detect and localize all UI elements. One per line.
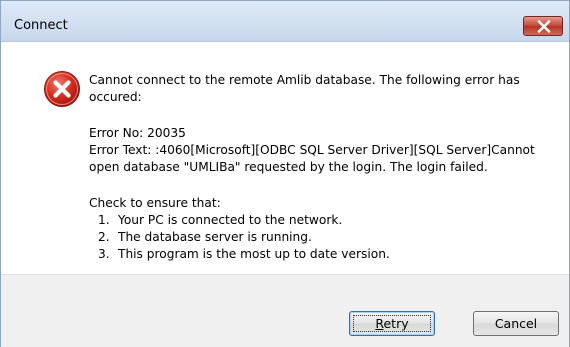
close-button[interactable] [523, 16, 563, 36]
check-item: 1. Your PC is connected to the network. [98, 212, 342, 229]
message-area: Cannot connect to the remote Amlib datab… [1, 42, 569, 274]
check-item-number: 2. [98, 230, 110, 244]
error-icon [44, 71, 80, 107]
title-bar[interactable]: Connect [1, 1, 569, 42]
button-bar: Retry Cancel [1, 274, 569, 347]
check-item-text: This program is the most up to date vers… [118, 247, 390, 261]
error-message: Cannot connect to the remote Amlib datab… [89, 72, 520, 106]
error-message-line1: Cannot connect to the remote Amlib datab… [89, 73, 520, 87]
retry-button[interactable]: Retry [349, 311, 435, 336]
error-text-line2: open database "UMLIBa" requested by the … [89, 160, 488, 174]
cancel-button[interactable]: Cancel [473, 311, 559, 336]
error-number: Error No: 20035 [89, 126, 186, 140]
check-item-number: 1. [98, 213, 110, 227]
check-item: 2. The database server is running. [98, 229, 312, 246]
check-item-text: Your PC is connected to the network. [118, 213, 343, 227]
focus-ring [353, 315, 431, 332]
check-item: 3. This program is the most up to date ve… [98, 246, 390, 263]
check-item-text: The database server is running. [118, 230, 312, 244]
close-icon [537, 20, 551, 33]
window-title: Connect [14, 18, 68, 33]
check-item-number: 3. [98, 247, 110, 261]
error-message-line2: occured: [89, 90, 142, 104]
check-heading: Check to ensure that: [89, 196, 221, 210]
dialog-window: Connect Cannot connect to the remote Aml… [0, 0, 570, 347]
error-text-line1: Error Text: :4060[Microsoft][ODBC SQL Se… [89, 143, 535, 157]
